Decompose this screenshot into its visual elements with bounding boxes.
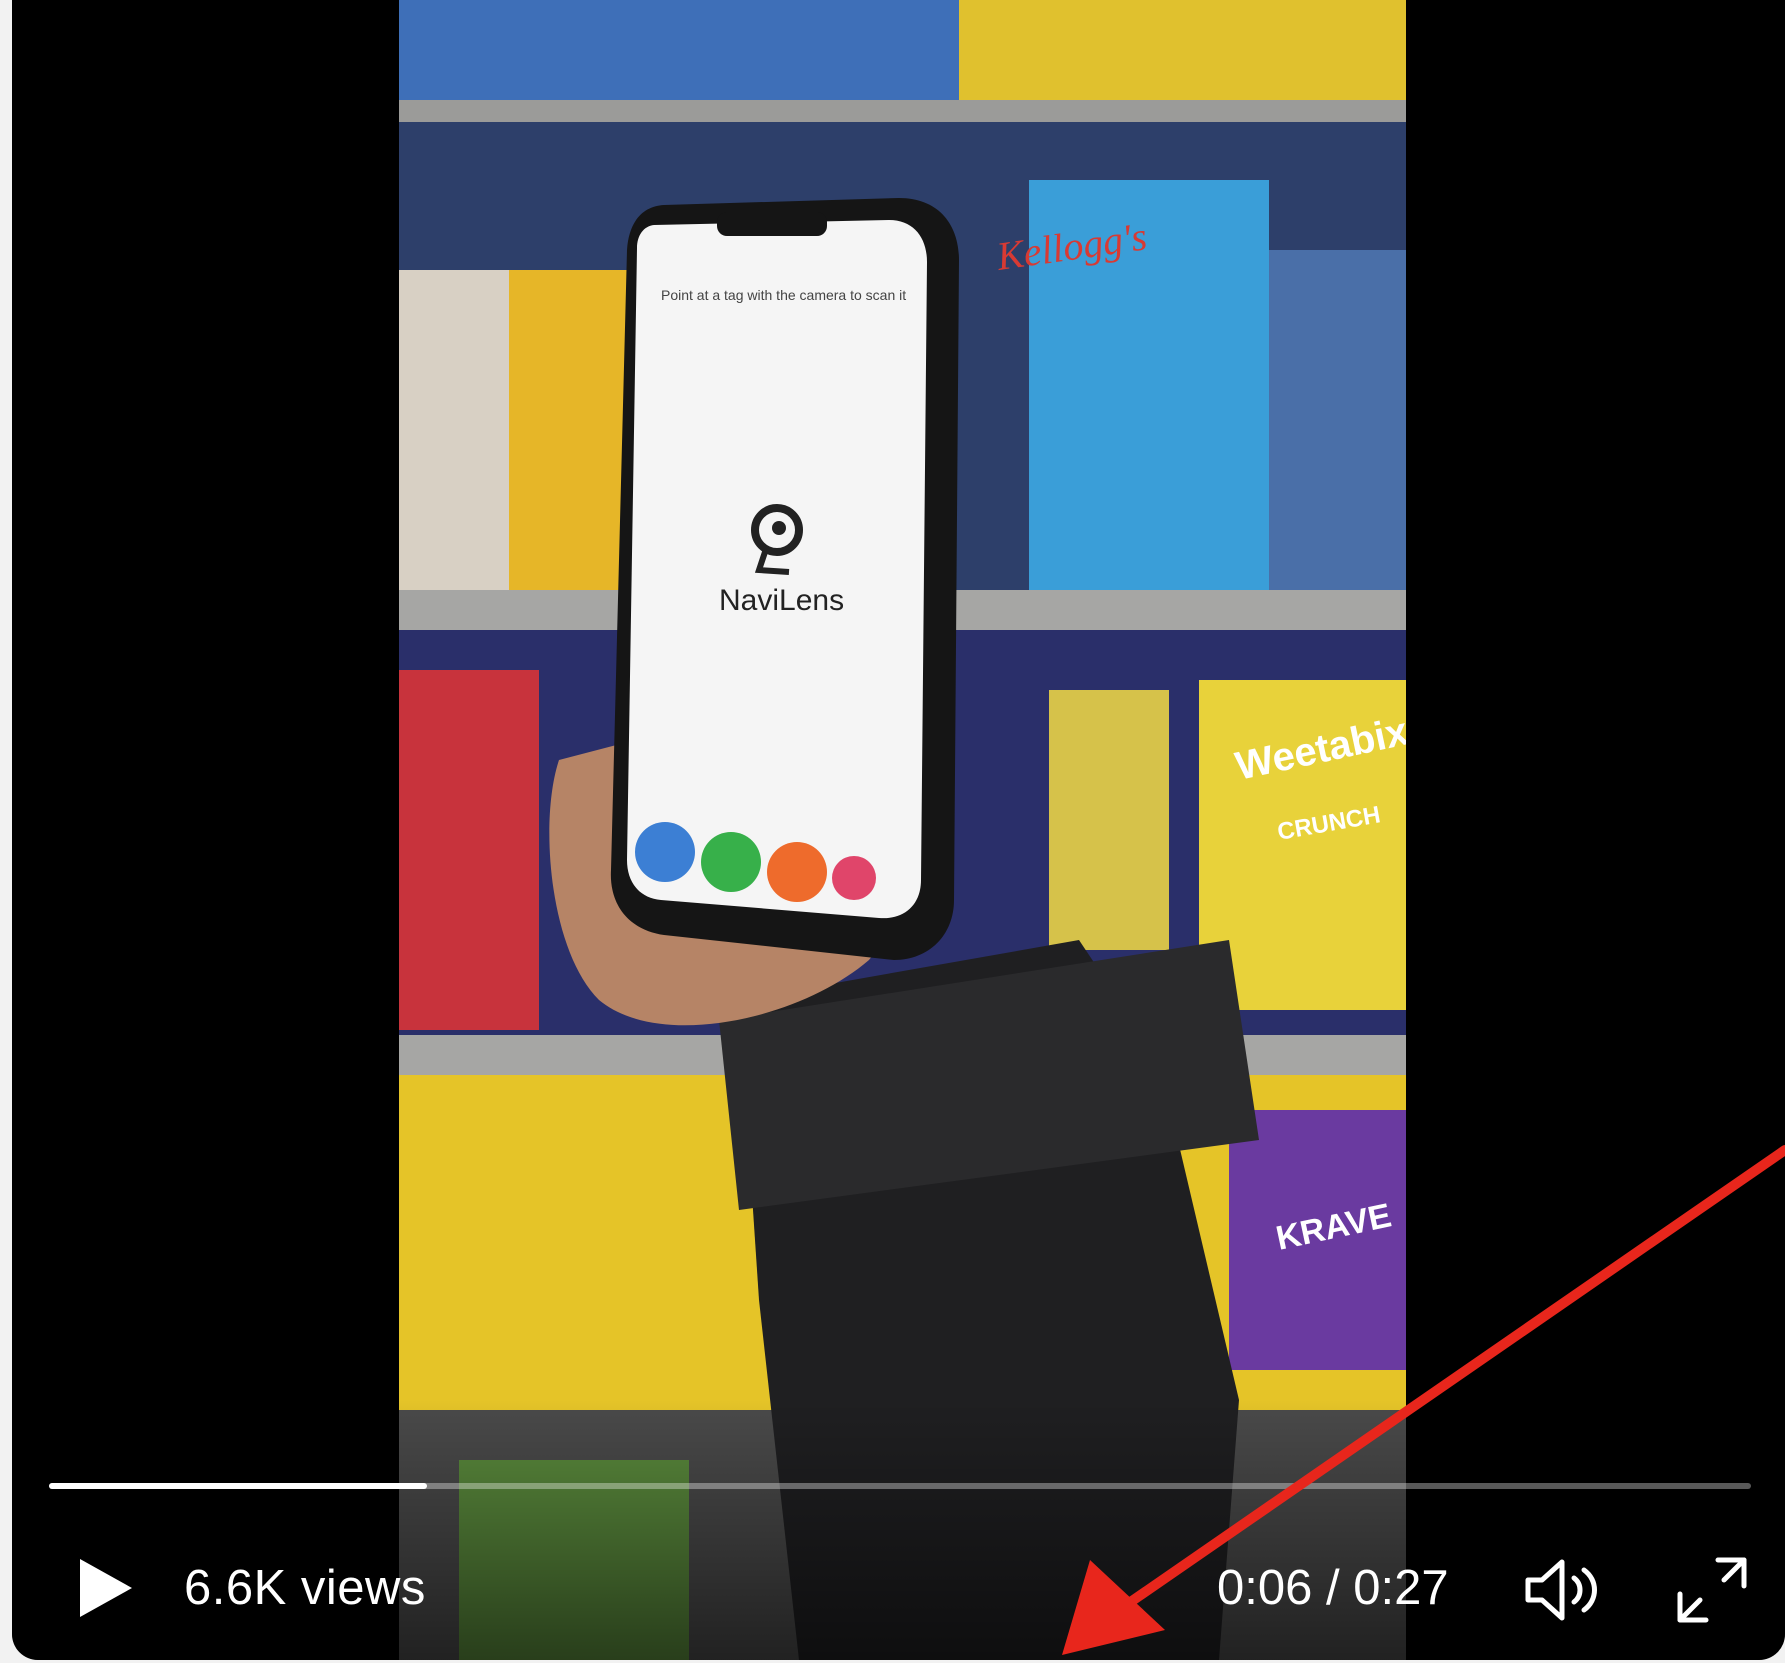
progress-bar[interactable]: [49, 1483, 1751, 1489]
play-icon: [80, 1559, 132, 1617]
play-button[interactable]: [70, 1553, 140, 1623]
progress-bar-fill: [49, 1483, 427, 1489]
phone-instruction-text: Point at a tag with the camera to scan i…: [661, 287, 906, 303]
volume-button[interactable]: [1520, 1552, 1606, 1628]
view-count: 6.6K views: [184, 1561, 426, 1615]
volume-icon: [1525, 1559, 1597, 1621]
fullscreen-expand-icon: [1677, 1557, 1747, 1623]
duration: 0:27: [1353, 1561, 1449, 1615]
current-time: 0:06: [1217, 1561, 1313, 1615]
fullscreen-button[interactable]: [1672, 1552, 1752, 1628]
video-player[interactable]: Point at a tag with the camera to scan i…: [12, 0, 1785, 1660]
time-display: 0:06 / 0:27: [1217, 1560, 1449, 1616]
navilens-logo-text: NaviLens: [719, 584, 844, 617]
time-separator: /: [1326, 1561, 1340, 1615]
